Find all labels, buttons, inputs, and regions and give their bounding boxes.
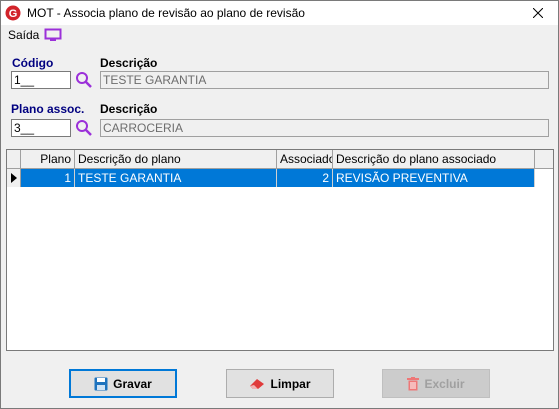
- row-indicator: [7, 169, 21, 187]
- limpar-label: Limpar: [270, 376, 311, 391]
- cell-descricao-associado[interactable]: REVISÃO PREVENTIVA: [333, 169, 535, 187]
- svg-text:G: G: [9, 8, 18, 20]
- excluir-button[interactable]: Excluir: [382, 369, 490, 398]
- close-button[interactable]: [518, 1, 558, 25]
- descricao-assoc-label: Descrição: [100, 102, 158, 116]
- plano-assoc-field[interactable]: 3__: [11, 119, 71, 137]
- search-codigo-icon[interactable]: [75, 71, 93, 89]
- descricao-label: Descrição: [100, 56, 158, 70]
- main-window: G MOT - Associa plano de revisão ao plan…: [0, 0, 559, 409]
- row-pointer-icon: [11, 173, 17, 183]
- header-descricao[interactable]: Descrição do plano: [75, 150, 277, 168]
- header-indicator: [7, 150, 21, 168]
- window-title: MOT - Associa plano de revisão ao plano …: [27, 6, 305, 20]
- cell-descricao[interactable]: TESTE GARANTIA: [75, 169, 277, 187]
- association-grid[interactable]: Plano Descrição do plano Associado Descr…: [6, 149, 554, 351]
- grid-header: Plano Descrição do plano Associado Descr…: [7, 150, 553, 169]
- descricao-field: TESTE GARANTIA: [100, 71, 549, 89]
- plano-assoc-label: Plano assoc.: [11, 102, 85, 116]
- excluir-label: Excluir: [424, 376, 465, 391]
- title-bar: G MOT - Associa plano de revisão ao plan…: [1, 1, 558, 25]
- limpar-button[interactable]: Limpar: [226, 369, 334, 398]
- menu-item-saida[interactable]: Saída: [8, 28, 39, 42]
- header-associado[interactable]: Associado: [277, 150, 333, 168]
- app-logo-icon: G: [5, 5, 21, 21]
- header-plano[interactable]: Plano: [21, 150, 75, 168]
- header-descricao-associado[interactable]: Descrição do plano associado: [333, 150, 535, 168]
- close-icon: [533, 8, 543, 18]
- descricao-assoc-field: CARROCERIA: [100, 119, 549, 137]
- codigo-field[interactable]: 1__: [11, 71, 71, 89]
- save-icon: [94, 377, 108, 391]
- cell-associado[interactable]: 2: [277, 169, 333, 187]
- cell-plano[interactable]: 1: [21, 169, 75, 187]
- eraser-icon: [249, 378, 265, 390]
- menu-bar: Saída: [1, 25, 558, 45]
- table-row[interactable]: 1 TESTE GARANTIA 2 REVISÃO PREVENTIVA: [7, 169, 535, 187]
- monitor-icon[interactable]: [44, 28, 62, 42]
- gravar-button[interactable]: Gravar: [69, 369, 177, 398]
- codigo-label: Código: [12, 56, 54, 70]
- trash-icon: [407, 376, 420, 391]
- gravar-label: Gravar: [113, 376, 152, 391]
- search-plano-assoc-icon[interactable]: [75, 119, 93, 137]
